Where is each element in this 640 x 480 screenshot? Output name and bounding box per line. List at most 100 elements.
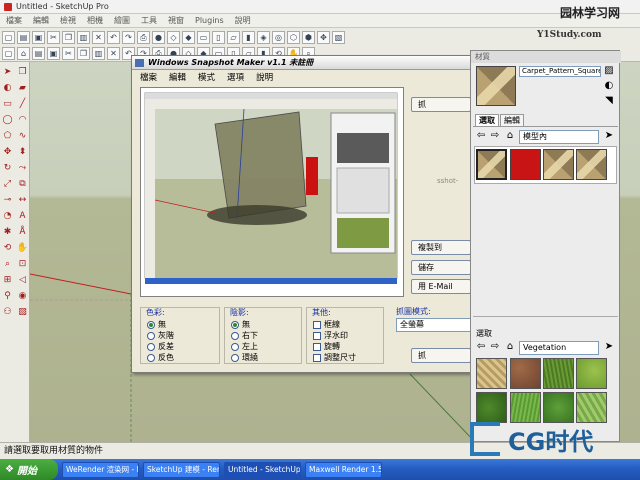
veg-swatch-ivy[interactable] bbox=[543, 392, 574, 423]
radio-button[interactable] bbox=[231, 342, 239, 351]
print-icon[interactable]: ⎙ bbox=[137, 30, 150, 44]
veg-swatch-brown-bush[interactable] bbox=[510, 358, 541, 389]
push-pull-icon[interactable]: ⬍ bbox=[16, 146, 29, 159]
radio-button[interactable] bbox=[231, 320, 239, 329]
info-icon[interactable]: ● bbox=[152, 30, 165, 44]
copy-icon[interactable]: ❐ bbox=[62, 30, 75, 44]
xray-icon[interactable]: ◈ bbox=[257, 30, 270, 44]
menu-view[interactable]: 檢視 bbox=[60, 15, 76, 26]
house-icon[interactable]: ⌂ bbox=[17, 46, 30, 60]
other-option-rotate[interactable]: 旋轉 bbox=[313, 341, 340, 352]
radio-button[interactable] bbox=[147, 320, 155, 329]
cut2-icon[interactable]: ✂ bbox=[62, 46, 75, 60]
scale-icon[interactable]: ⤢ bbox=[1, 178, 14, 191]
orbit-tool-icon[interactable]: ⟲ bbox=[1, 242, 14, 255]
library-home-icon[interactable]: ⌂ bbox=[504, 341, 516, 353]
menu-file[interactable]: 檔案 bbox=[6, 15, 22, 26]
freehand-icon[interactable]: ∿ bbox=[16, 130, 29, 143]
eraser-icon[interactable]: ▰ bbox=[16, 82, 29, 95]
dimension-icon[interactable]: ↔ bbox=[16, 194, 29, 207]
home-icon[interactable]: ⌂ bbox=[504, 130, 516, 142]
details-arrow-icon[interactable]: ➤ bbox=[603, 130, 615, 142]
sample-paint-icon[interactable]: ◥ bbox=[603, 95, 615, 107]
other-option-border[interactable]: 框線 bbox=[313, 319, 340, 330]
veg-swatch-pale-green[interactable] bbox=[576, 392, 607, 423]
redo-icon[interactable]: ↷ bbox=[122, 30, 135, 44]
save-icon[interactable]: ▣ bbox=[32, 30, 45, 44]
zoom-extents-icon[interactable]: ⊞ bbox=[1, 274, 14, 287]
radio-button[interactable] bbox=[147, 353, 155, 362]
new-icon[interactable]: ▢ bbox=[2, 46, 15, 60]
follow-me-icon[interactable]: ⤳ bbox=[16, 162, 29, 175]
start-button[interactable]: ❖ 開始 bbox=[0, 459, 58, 480]
undo-icon[interactable]: ↶ bbox=[107, 30, 120, 44]
menu-edit[interactable]: 編輯 bbox=[33, 15, 49, 26]
move-icon[interactable]: ✥ bbox=[317, 30, 330, 44]
veg-swatch-bright-grass[interactable] bbox=[510, 392, 541, 423]
checkbox[interactable] bbox=[313, 331, 321, 340]
cut-icon[interactable]: ✂ bbox=[47, 30, 60, 44]
library-collection-select[interactable]: Vegetation bbox=[519, 341, 599, 355]
default-material-icon[interactable]: ▨ bbox=[603, 65, 615, 77]
tab-select[interactable]: 選取 bbox=[475, 114, 499, 126]
tab-edit[interactable]: 編輯 bbox=[500, 114, 524, 126]
copy2-icon[interactable]: ❐ bbox=[77, 46, 90, 60]
new-file-icon[interactable]: ▢ bbox=[2, 30, 15, 44]
veg-swatch-dense-green[interactable] bbox=[476, 392, 507, 423]
zoom-tool-icon[interactable]: ⌕ bbox=[1, 258, 14, 271]
radio-button[interactable] bbox=[231, 331, 239, 340]
menu-help[interactable]: 說明 bbox=[235, 15, 251, 26]
color-option-invert[interactable]: 反色 bbox=[147, 352, 174, 363]
position-camera-icon[interactable]: ⚲ bbox=[1, 290, 14, 303]
erase2-icon[interactable]: ✕ bbox=[107, 46, 120, 60]
dialog-menu-mode[interactable]: 模式 bbox=[198, 71, 215, 85]
erase-icon[interactable]: ✕ bbox=[92, 30, 105, 44]
shadow-option-around[interactable]: 環繞 bbox=[231, 352, 258, 363]
text-tool-icon[interactable]: A bbox=[16, 210, 29, 223]
dialog-menu-edit[interactable]: 編輯 bbox=[169, 71, 186, 85]
checkbox[interactable] bbox=[313, 342, 321, 351]
polygon-icon[interactable]: ⬠ bbox=[1, 130, 14, 143]
paste-icon[interactable]: ▥ bbox=[77, 30, 90, 44]
other-option-watermark[interactable]: 浮水印 bbox=[313, 330, 348, 341]
taskbar-item-sketchup[interactable]: Untitled - SketchUp Pro bbox=[224, 461, 301, 478]
select-arrow-icon[interactable]: ➤ bbox=[1, 66, 14, 79]
material-name-field[interactable]: Carpet_Pattern_Squares bbox=[519, 66, 601, 77]
zoom-window-icon[interactable]: ⊡ bbox=[16, 258, 29, 271]
back-view-icon[interactable]: ▱ bbox=[227, 30, 240, 44]
make-component-icon[interactable]: ❒ bbox=[16, 66, 29, 79]
color-option-none[interactable]: 無 bbox=[147, 319, 166, 330]
model-swatch-sand-3[interactable] bbox=[576, 149, 607, 180]
protractor-icon[interactable]: ◔ bbox=[1, 210, 14, 223]
dialog-menu-options[interactable]: 選項 bbox=[227, 71, 244, 85]
capture-mode-select[interactable]: 全螢幕 bbox=[396, 318, 472, 332]
copy-to-button[interactable]: 複製到 bbox=[411, 240, 471, 255]
radio-button[interactable] bbox=[147, 331, 155, 340]
left-view-icon[interactable]: ▮ bbox=[242, 30, 255, 44]
save2-icon[interactable]: ▣ bbox=[47, 46, 60, 60]
color-option-contrast[interactable]: 反差 bbox=[147, 341, 174, 352]
library-forward-icon[interactable]: ⇨ bbox=[489, 341, 501, 353]
capture-bottom-button[interactable]: 抓 bbox=[411, 348, 471, 363]
radio-button[interactable] bbox=[231, 353, 239, 362]
email-button[interactable]: 用 E-Mail bbox=[411, 279, 471, 294]
offset-icon[interactable]: ⧉ bbox=[16, 178, 29, 191]
section-plane-icon[interactable]: ▧ bbox=[16, 306, 29, 319]
line-icon[interactable]: ╱ bbox=[16, 98, 29, 111]
walk-icon[interactable]: ⚇ bbox=[1, 306, 14, 319]
look-around-icon[interactable]: ◉ bbox=[16, 290, 29, 303]
right-view-icon[interactable]: ▯ bbox=[212, 30, 225, 44]
model-swatch-sand-1[interactable] bbox=[476, 149, 507, 180]
dialog-menu-help[interactable]: 說明 bbox=[256, 71, 273, 85]
save-button[interactable]: 儲存 bbox=[411, 260, 471, 275]
library-details-icon[interactable]: ➤ bbox=[603, 341, 615, 353]
library-back-icon[interactable]: ⇦ bbox=[475, 341, 487, 353]
front-view-icon[interactable]: ▭ bbox=[197, 30, 210, 44]
paste2-icon[interactable]: ▥ bbox=[92, 46, 105, 60]
shadow-option-bottom-right[interactable]: 右下 bbox=[231, 330, 258, 341]
checkbox[interactable] bbox=[313, 320, 321, 329]
rotate-icon[interactable]: ↻ bbox=[1, 162, 14, 175]
menu-tools[interactable]: 工具 bbox=[141, 15, 157, 26]
taskbar-item-maxwell[interactable]: Maxwell Render 1.5 bbox=[305, 461, 382, 478]
dialog-menu-file[interactable]: 檔案 bbox=[140, 71, 157, 85]
